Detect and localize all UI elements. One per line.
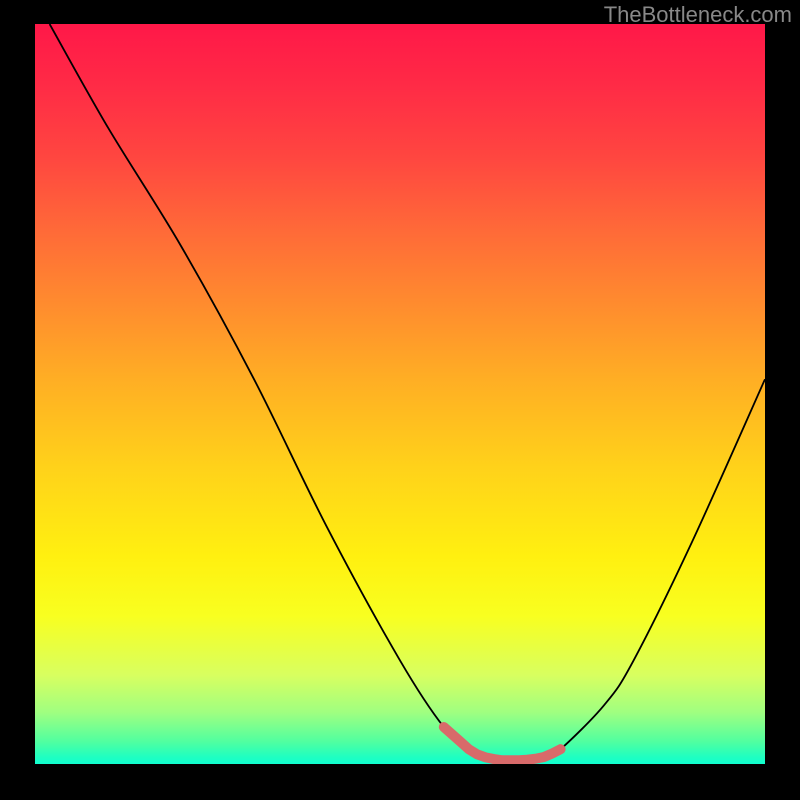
watermark-text: TheBottleneck.com	[604, 2, 792, 28]
chart-curve-svg	[35, 24, 765, 764]
optimal-range-marker	[444, 727, 561, 760]
chart-plot-area	[35, 24, 765, 764]
bottleneck-curve-line	[50, 24, 765, 760]
